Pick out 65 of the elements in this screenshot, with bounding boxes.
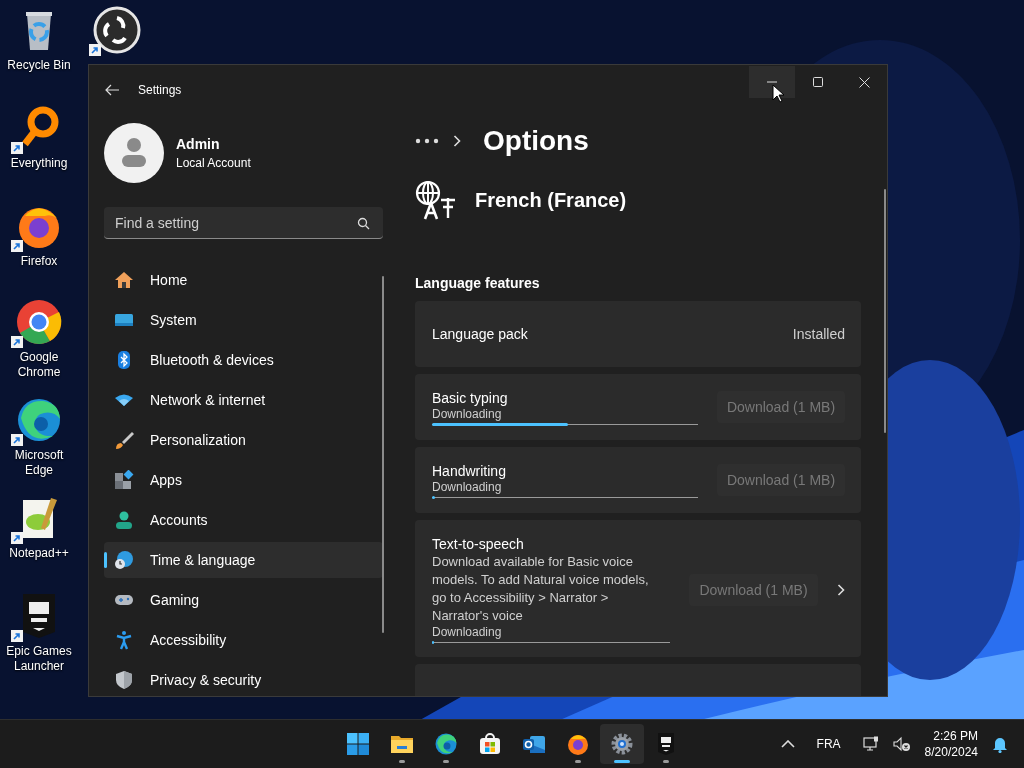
feature-title: Basic typing	[432, 388, 509, 407]
language-name: French (France)	[475, 188, 627, 212]
accounts-icon	[114, 510, 134, 530]
chevron-right-icon	[453, 135, 461, 147]
clock-time[interactable]: 2:26 PM	[933, 728, 978, 744]
sidebar-item[interactable]: Time & language	[104, 542, 383, 578]
chevron-up-icon[interactable]	[780, 740, 795, 748]
search-icon[interactable]	[357, 217, 370, 230]
sidebar-item[interactable]: Personalization	[104, 422, 383, 458]
feature-title: Text-to-speech	[432, 535, 525, 553]
obs-app-icon[interactable]	[93, 6, 141, 54]
clock-date[interactable]: 8/20/2024	[924, 744, 978, 760]
scrollbar[interactable]	[884, 189, 886, 433]
back-arrow-icon[interactable]	[104, 82, 120, 98]
page-title: Options	[483, 125, 589, 157]
sidebar-item[interactable]: Home	[104, 262, 383, 298]
search-field[interactable]: Find a setting	[104, 207, 383, 239]
section-title: Language features	[415, 275, 541, 291]
network-icon[interactable]	[862, 736, 879, 752]
desktop-icon-label[interactable]: Recycle Bin	[2, 58, 76, 73]
window-title: Settings	[138, 83, 182, 97]
maximize-icon	[813, 77, 823, 87]
privacy-icon	[114, 670, 134, 690]
account-name: Admin	[176, 136, 221, 152]
desktop-icon-label[interactable]: Firefox	[2, 254, 76, 269]
more-icon[interactable]	[415, 138, 439, 144]
speaker-muted-icon[interactable]	[892, 736, 911, 752]
minimize-icon	[767, 81, 777, 83]
sidebar-item[interactable]: Privacy & security	[104, 662, 383, 696]
mouse-pointer-icon	[772, 84, 784, 103]
home-icon	[114, 270, 134, 290]
sidebar-item[interactable]: Apps	[104, 462, 383, 498]
desktop-icon-label[interactable]: Notepad++	[2, 546, 76, 561]
sidebar-item[interactable]: Bluetooth & devices	[104, 342, 383, 378]
bell-icon[interactable]	[992, 735, 1008, 753]
apps-icon	[114, 470, 134, 490]
progress-label: Downloading	[432, 625, 503, 640]
time-icon	[114, 550, 134, 570]
progress-label: Downloading	[432, 406, 503, 422]
sidebar-item[interactable]: System	[104, 302, 383, 338]
feature-description: Download available for Basic voice models. To add Natural voice models, go to Accessibility > Narrator > Narrator's voice	[432, 553, 650, 625]
desktop-icon-label[interactable]: Epic Games Launcher	[2, 644, 76, 674]
accessibility-icon	[114, 630, 134, 650]
feature-title: Handwriting	[432, 461, 507, 480]
progress-label: Downloading	[432, 479, 503, 495]
personalization-icon	[114, 430, 134, 450]
sidebar-item[interactable]: Network & internet	[104, 382, 383, 418]
chrome-app-icon[interactable]	[15, 298, 63, 346]
sidebar-item[interactable]: Accounts	[104, 502, 383, 538]
edge-app-icon[interactable]	[15, 396, 63, 444]
close-icon	[858, 76, 870, 88]
language-icon	[415, 180, 457, 220]
feature-status: Installed	[792, 326, 845, 342]
account-type: Local Account	[176, 156, 251, 170]
settings-taskbar-icon[interactable]	[600, 724, 644, 764]
minimize-button[interactable]	[749, 66, 795, 98]
sidebar-item[interactable]: Gaming	[104, 582, 383, 618]
input-language-indicator[interactable]: FRA	[816, 737, 841, 751]
feature-title: Language pack	[432, 325, 528, 343]
desktop-icon-label[interactable]: Microsoft Edge	[2, 448, 76, 478]
sidebar-item[interactable]: Accessibility	[104, 622, 383, 658]
desktop-icon-label[interactable]: Everything	[2, 156, 76, 171]
desktop-icon-label[interactable]: Google Chrome	[2, 350, 76, 380]
scrollbar[interactable]	[382, 276, 384, 633]
avatar-icon[interactable]	[104, 123, 164, 183]
